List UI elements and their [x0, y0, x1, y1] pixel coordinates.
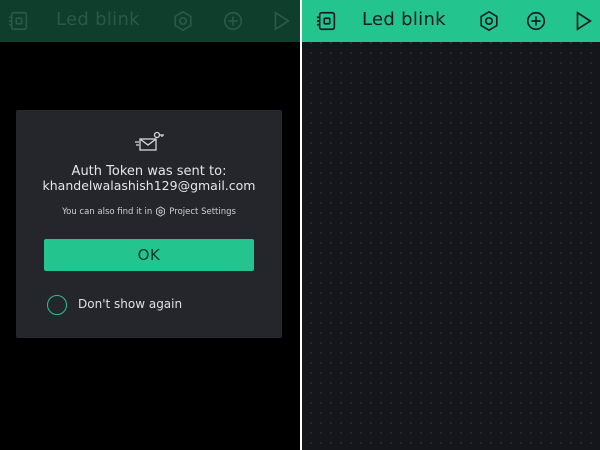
mail-key-icon — [135, 131, 164, 151]
hint-prefix: You can also find it in — [62, 206, 153, 217]
dialog-title: Auth Token was sent to: — [71, 164, 227, 179]
dont-show-again-label[interactable]: Don't show again — [78, 297, 182, 311]
add-widget-icon[interactable] — [220, 8, 246, 34]
settings-nut-icon[interactable] — [170, 8, 196, 34]
dialog-hint: You can also find it in Project Settings — [16, 206, 282, 217]
ok-button[interactable]: OK — [44, 239, 254, 271]
hint-link: Project Settings — [169, 206, 236, 217]
dialog-email: khandelwalashish129@gmail.com — [42, 178, 256, 193]
phone-screen-left: Led blink Auth Token was sent to: khande… — [0, 0, 300, 450]
widget-canvas[interactable] — [302, 42, 600, 450]
device-icon[interactable] — [314, 8, 340, 34]
play-icon[interactable] — [268, 8, 294, 34]
settings-nut-icon[interactable] — [476, 8, 502, 34]
play-icon[interactable] — [570, 8, 596, 34]
app-toolbar: Led blink — [0, 0, 300, 42]
auth-token-dialog: Auth Token was sent to: khandelwalashish… — [16, 110, 282, 338]
add-widget-icon[interactable] — [523, 8, 549, 34]
project-title: Led blink — [362, 9, 446, 30]
project-title: Led blink — [56, 9, 140, 30]
dont-show-again-checkbox[interactable] — [47, 295, 67, 315]
device-icon[interactable] — [6, 8, 32, 34]
nut-small-icon — [156, 206, 166, 217]
phone-screen-right: Led blink — [302, 0, 600, 450]
app-toolbar: Led blink — [302, 0, 600, 42]
